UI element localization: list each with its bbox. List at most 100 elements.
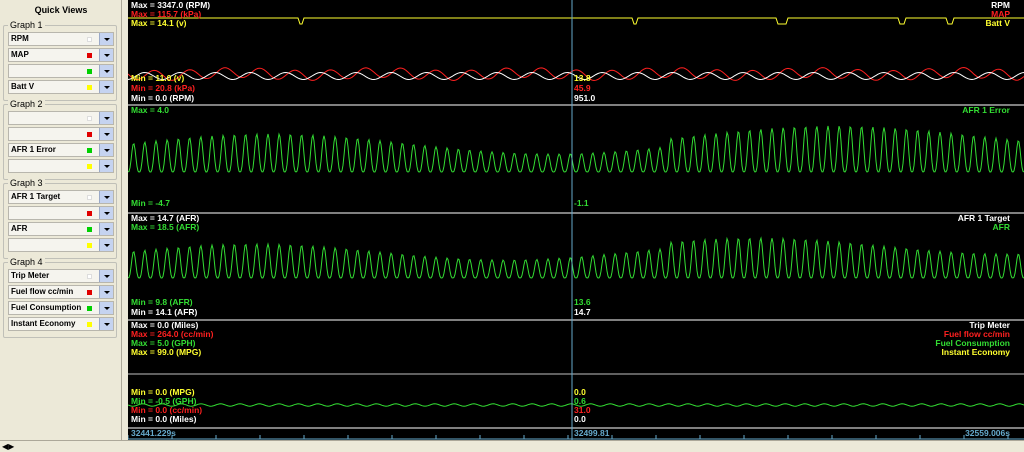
dropdown-arrow-icon[interactable] xyxy=(99,49,113,61)
cursor-value: 951.0 xyxy=(574,93,596,103)
color-swatch-icon xyxy=(87,37,92,42)
series-name-label: AFR xyxy=(992,222,1010,232)
color-swatch-icon xyxy=(87,227,92,232)
color-swatch-icon xyxy=(87,148,92,153)
color-swatch-icon xyxy=(87,132,92,137)
color-swatch-icon xyxy=(87,164,92,169)
channel-select-label: RPM xyxy=(11,34,29,43)
channel-select-label: Fuel flow cc/min xyxy=(11,287,74,296)
max-label: Max = 99.0 (MPG) xyxy=(131,347,202,357)
cursor-value: 0.0 xyxy=(574,414,586,424)
dropdown-arrow-icon[interactable] xyxy=(99,239,113,251)
channel-select-label: Instant Economy xyxy=(11,319,76,328)
status-bar: ◀▶ xyxy=(0,440,1024,452)
channel-select[interactable]: RPM xyxy=(8,32,114,46)
graph-group-label: Graph 2 xyxy=(8,99,45,109)
channel-select[interactable]: AFR 1 Error xyxy=(8,143,114,157)
graph-group-label: Graph 3 xyxy=(8,178,45,188)
color-swatch-icon xyxy=(87,243,92,248)
channel-select[interactable]: Fuel flow cc/min xyxy=(8,285,114,299)
dropdown-arrow-icon[interactable] xyxy=(99,302,113,314)
graph-group-1: Graph 1 RPM MAP Batt V xyxy=(3,20,117,101)
dropdown-arrow-icon[interactable] xyxy=(99,223,113,235)
dropdown-arrow-icon[interactable] xyxy=(99,128,113,140)
channel-select[interactable]: AFR 1 Target xyxy=(8,190,114,204)
min-label: Min = -4.7 xyxy=(131,198,170,208)
chart-canvas[interactable] xyxy=(128,0,1024,440)
dropdown-arrow-icon[interactable] xyxy=(99,318,113,330)
channel-select[interactable] xyxy=(8,111,114,125)
scroll-arrows-icon[interactable]: ◀▶ xyxy=(2,442,14,451)
channel-select[interactable]: Trip Meter xyxy=(8,269,114,283)
datalog-chart[interactable]: Max = 3347.0 (RPM) Max = 115.7 (kPa) Max =… xyxy=(128,0,1024,440)
channel-select[interactable] xyxy=(8,159,114,173)
dropdown-arrow-icon[interactable] xyxy=(99,270,113,282)
cursor-value: 14.7 xyxy=(574,307,591,317)
color-swatch-icon xyxy=(87,274,92,279)
dropdown-arrow-icon[interactable] xyxy=(99,112,113,124)
channel-select[interactable]: Instant Economy xyxy=(8,317,114,331)
color-swatch-icon xyxy=(87,116,92,121)
series-name-label: Instant Economy xyxy=(941,347,1010,357)
afr-error-trace xyxy=(128,125,1024,173)
max-label: Max = 14.1 (v) xyxy=(131,18,187,28)
graph-group-label: Graph 1 xyxy=(8,20,45,30)
min-label: Min = 14.1 (AFR) xyxy=(131,307,198,317)
color-swatch-icon xyxy=(87,69,92,74)
timeline-cursor: 32499.81 xyxy=(574,428,610,438)
min-label: Min = 0.0 (Miles) xyxy=(131,414,197,424)
min-label: Min = 9.8 (AFR) xyxy=(131,297,193,307)
channel-select[interactable]: MAP xyxy=(8,48,114,62)
cursor-value: 13.6 xyxy=(574,297,591,307)
dropdown-arrow-icon[interactable] xyxy=(99,33,113,45)
quick-views-panel: Quick Views Graph 1 RPM MAP Batt V Graph 2 AF… xyxy=(0,0,122,440)
graph-group-4: Graph 4 Trip Meter Fuel flow cc/min Fuel Co… xyxy=(3,257,117,338)
dropdown-arrow-icon[interactable] xyxy=(99,144,113,156)
max-label: Max = 4.0 xyxy=(131,105,170,115)
channel-select[interactable] xyxy=(8,64,114,78)
dropdown-arrow-icon[interactable] xyxy=(99,81,113,93)
graph-group-3: Graph 3 AFR 1 Target AFR xyxy=(3,178,117,259)
dropdown-arrow-icon[interactable] xyxy=(99,286,113,298)
min-label: Min = 11.0 (v) xyxy=(131,73,185,83)
cursor-value: 45.9 xyxy=(574,83,591,93)
timeline-end: 32559.006s xyxy=(965,428,1010,438)
dropdown-arrow-icon[interactable] xyxy=(99,191,113,203)
channel-select-label: Batt V xyxy=(11,82,35,91)
channel-select-label: Fuel Consumption xyxy=(11,303,82,312)
channel-select[interactable]: Batt V xyxy=(8,80,114,94)
color-swatch-icon xyxy=(87,290,92,295)
channel-select-label: AFR xyxy=(11,224,28,233)
afr-trace xyxy=(128,236,1024,279)
channel-select[interactable] xyxy=(8,238,114,252)
timeline-start: 32441.229s xyxy=(131,428,176,438)
channel-select[interactable] xyxy=(8,206,114,220)
color-swatch-icon xyxy=(87,211,92,216)
channel-select-label: AFR 1 Error xyxy=(11,145,56,154)
channel-select-label: MAP xyxy=(11,50,29,59)
color-swatch-icon xyxy=(87,195,92,200)
min-label: Min = 0.0 (RPM) xyxy=(131,93,195,103)
series-name-label: Batt V xyxy=(985,18,1010,28)
max-label: Max = 18.5 (AFR) xyxy=(131,222,200,232)
channel-select-label: AFR 1 Target xyxy=(11,192,61,201)
dropdown-arrow-icon[interactable] xyxy=(99,65,113,77)
quick-views-title: Quick Views xyxy=(34,5,88,15)
color-swatch-icon xyxy=(87,53,92,58)
series-name-label: AFR 1 Error xyxy=(962,105,1010,115)
min-label: Min = 20.8 (kPa) xyxy=(131,83,196,93)
cursor-value: 13.8 xyxy=(574,73,591,83)
channel-select[interactable] xyxy=(8,127,114,141)
channel-select-label: Trip Meter xyxy=(11,271,50,280)
cursor-value: -1.1 xyxy=(574,198,589,208)
channel-select[interactable]: AFR xyxy=(8,222,114,236)
dropdown-arrow-icon[interactable] xyxy=(99,160,113,172)
graph-group-label: Graph 4 xyxy=(8,257,45,267)
color-swatch-icon xyxy=(87,322,92,327)
graph-group-2: Graph 2 AFR 1 Error xyxy=(3,99,117,180)
dropdown-arrow-icon[interactable] xyxy=(99,207,113,219)
batt-v-trace xyxy=(128,17,1024,25)
color-swatch-icon xyxy=(87,85,92,90)
channel-select[interactable]: Fuel Consumption xyxy=(8,301,114,315)
color-swatch-icon xyxy=(87,306,92,311)
